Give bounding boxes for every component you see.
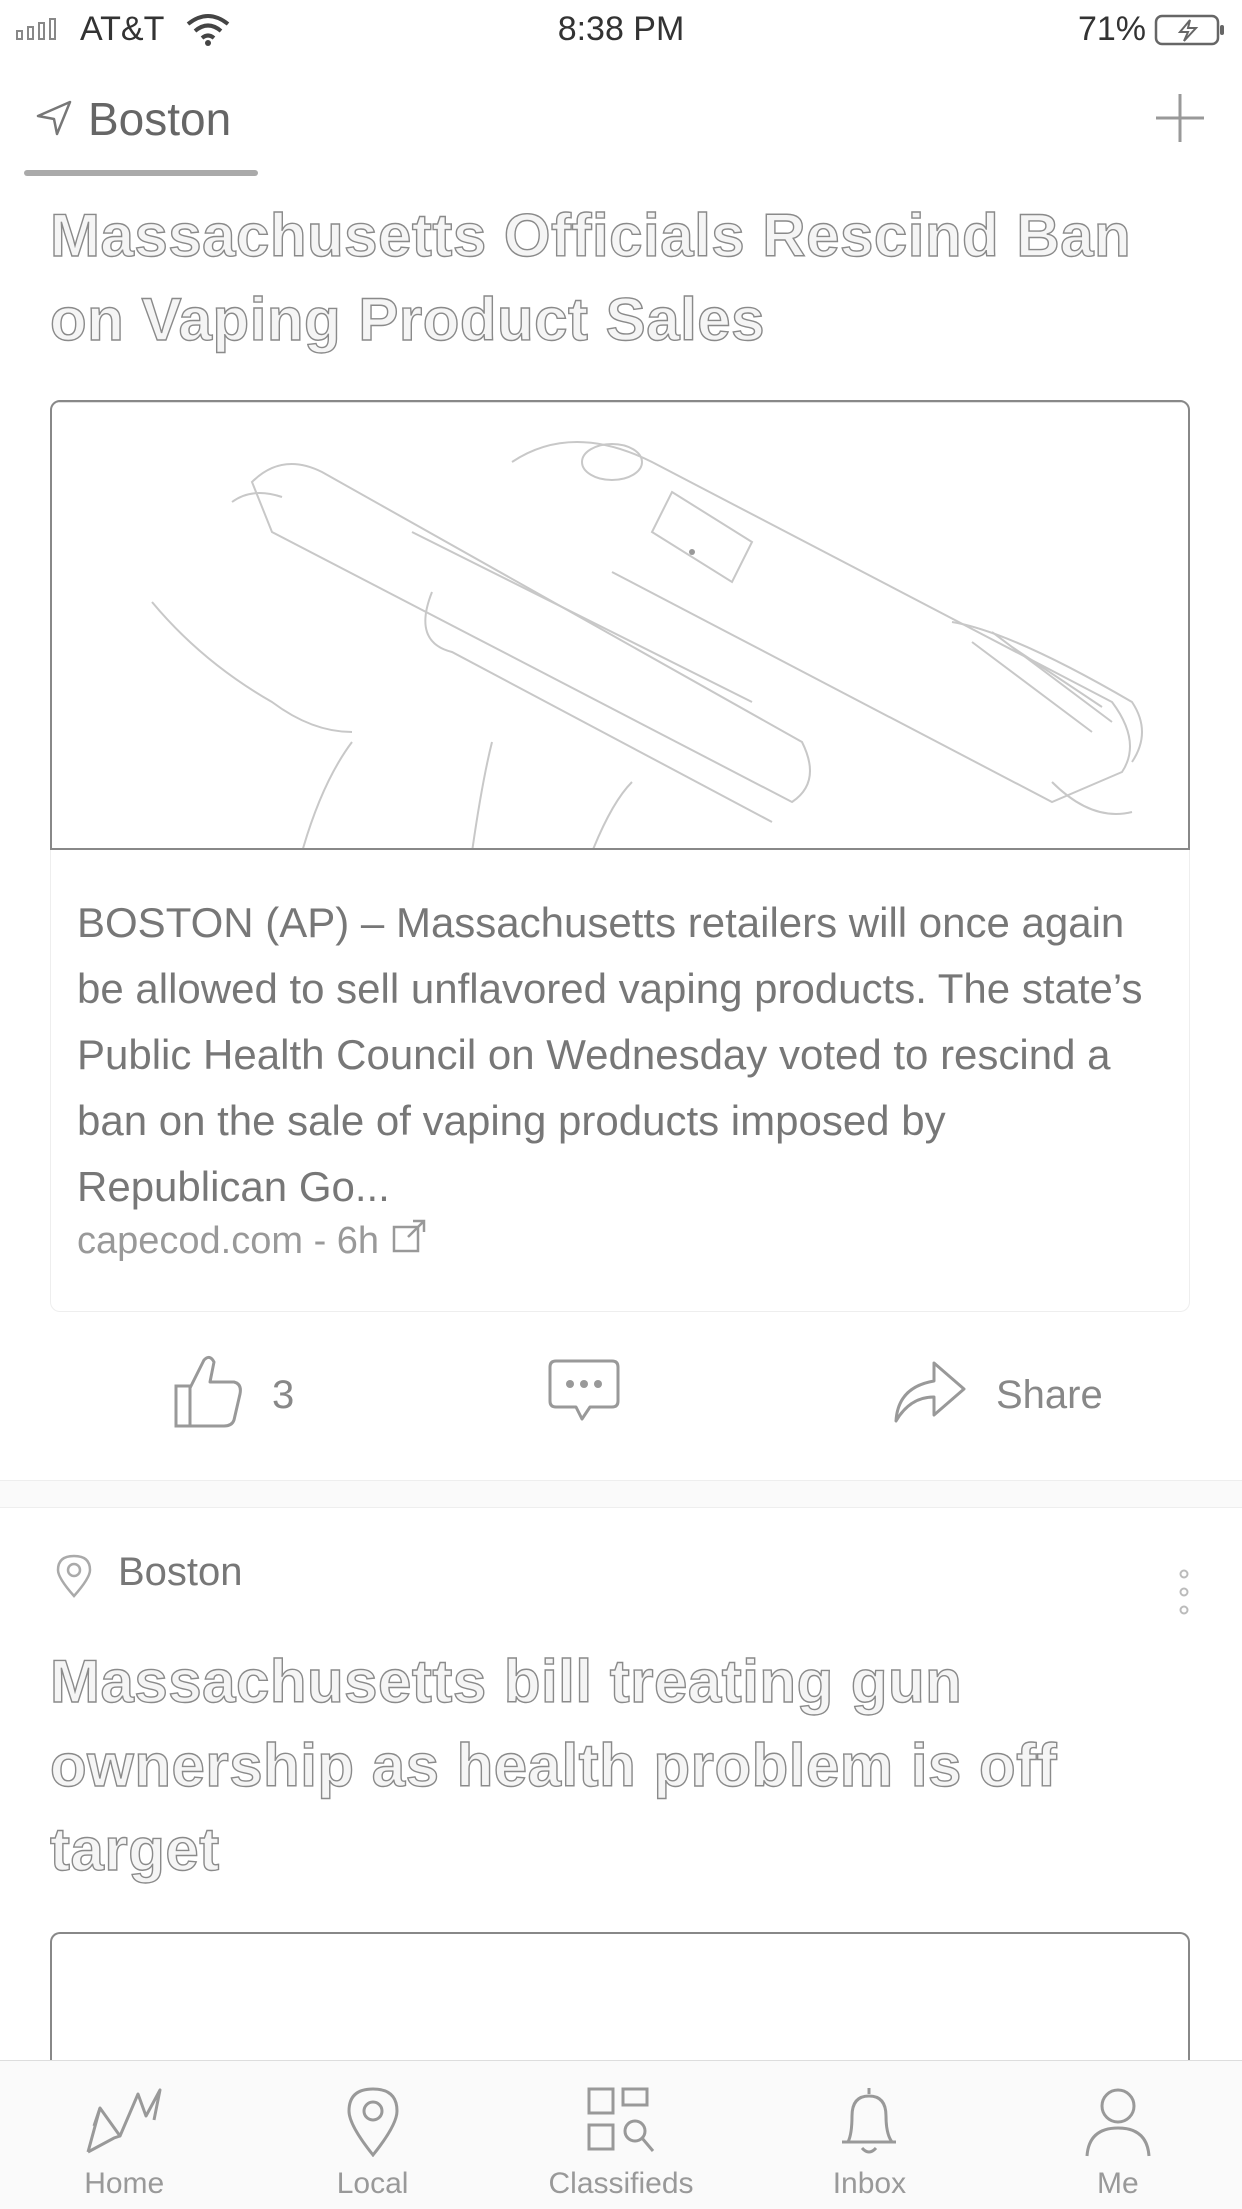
bottom-tab-bar: Home Local Classifieds Inbox Me (0, 2060, 1242, 2209)
comment-bubble-icon (548, 1357, 620, 1433)
share-label: Share (996, 1372, 1103, 1417)
location-selector[interactable]: Boston (88, 92, 231, 146)
battery-icon (1154, 13, 1226, 52)
article-image[interactable] (50, 400, 1190, 850)
like-button[interactable]: 3 (172, 1340, 294, 1450)
tab-classifieds[interactable]: Classifieds (497, 2061, 745, 2209)
thumbs-up-icon (172, 1352, 244, 1438)
article-summary: BOSTON (AP) – Massachusetts retailers wi… (77, 899, 1143, 1210)
bell-icon (836, 2081, 902, 2161)
share-button[interactable]: Share (892, 1340, 1103, 1450)
person-icon (1083, 2081, 1153, 2161)
tab-home[interactable]: Home (0, 2061, 248, 2209)
article-title[interactable]: Massachusetts Officials Rescind Ban on V… (49, 194, 1190, 362)
tab-label: Me (1096, 2167, 1139, 2200)
battery-percentage: 71% (1077, 10, 1146, 48)
location-tab-underline (24, 170, 258, 176)
article-action-bar: 3 Share (0, 1340, 1242, 1450)
tab-label: Home (84, 2167, 165, 2200)
tab-label: Classifieds (548, 2167, 694, 2200)
post-location[interactable]: Boston (118, 1550, 243, 1595)
home-icon (84, 2081, 164, 2161)
tab-label: Local (336, 2167, 409, 2200)
article-title[interactable]: Massachusetts bill treating gun ownershi… (49, 1640, 1190, 1892)
tab-inbox[interactable]: Inbox (745, 2061, 993, 2209)
tab-label: Inbox (832, 2167, 907, 2200)
tab-local[interactable]: Local (248, 2061, 496, 2209)
comment-button[interactable] (548, 1340, 620, 1450)
local-pin-icon (345, 2081, 401, 2161)
clock: 8:38 PM (557, 10, 685, 48)
external-link-icon (391, 1218, 427, 1264)
post-header: Boston (0, 1540, 1242, 1615)
article-source: capecod.com - 6h (77, 1219, 380, 1262)
more-options-icon[interactable] (1178, 1568, 1190, 1621)
tab-me[interactable]: Me (994, 2061, 1242, 2209)
article-source-link[interactable]: capecod.com - 6h (77, 1218, 427, 1264)
add-location-icon[interactable] (1154, 92, 1206, 149)
location-pin-icon (54, 1554, 94, 1603)
article-summary-card[interactable]: BOSTON (AP) – Massachusetts retailers wi… (50, 850, 1190, 1312)
location-arrow-icon (34, 98, 74, 143)
share-arrow-icon (892, 1357, 968, 1433)
location-header: Boston (0, 68, 1242, 180)
like-count: 3 (272, 1372, 295, 1417)
vape-pen-illustration (52, 402, 1188, 848)
classifieds-icon (585, 2081, 657, 2161)
status-bar: AT&T 8:38 PM 71% (0, 0, 1242, 60)
feed-divider (0, 1480, 1242, 1508)
